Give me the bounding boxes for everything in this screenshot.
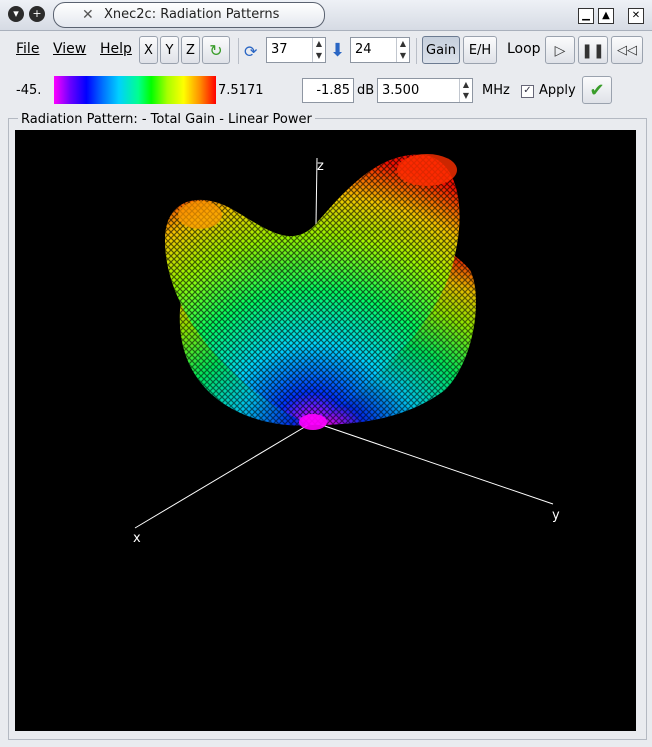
app-icon: ✕ <box>82 7 94 23</box>
scale-max-label: 7.5171 <box>218 83 264 98</box>
spinner-arrows-icon[interactable]: ▲ ▼ <box>396 38 409 62</box>
apply-label: Apply <box>539 83 576 98</box>
incline-spinner[interactable]: 24 ▲ ▼ <box>350 37 410 63</box>
pattern-origin <box>299 414 327 430</box>
separator <box>238 38 239 64</box>
y-axis <box>312 421 554 505</box>
view-x-button[interactable]: X <box>139 36 158 64</box>
pattern-peak-left <box>178 201 222 229</box>
loop-reset-button[interactable]: ◁◁ <box>611 36 643 64</box>
close-icon[interactable]: ✕ <box>628 8 644 24</box>
separator <box>416 38 417 64</box>
loop-pause-button[interactable]: ❚❚ <box>578 36 608 64</box>
radiation-pattern-canvas[interactable]: z x y <box>15 130 636 731</box>
scale-row: -45. 7.5171 -1.85 dB 3.500 ▲ ▼ MHz ✓ Appl… <box>0 71 652 111</box>
refresh-view-button[interactable]: ↻ <box>202 36 230 64</box>
x-axis-label: x <box>133 531 141 546</box>
menu-help[interactable]: Help <box>100 41 132 57</box>
title-bar: ▾ + ✕ Xnec2c: Radiation Patterns ▁ ▲ ✕ <box>0 0 652 31</box>
spinner-arrows-icon[interactable]: ▲ ▼ <box>459 79 472 102</box>
pattern-peak-right <box>397 154 457 186</box>
loop-label: Loop <box>507 41 541 57</box>
frequency-unit-label: MHz <box>482 83 510 98</box>
window-menu-icon[interactable]: ▾ <box>8 6 24 22</box>
toolbar: File View Help X Y Z ↻ ⟳ 37 ▲ ▼ ⬇ 24 ▲ ▼ G… <box>0 31 652 69</box>
loop-play-button[interactable]: ▷ <box>545 36 575 64</box>
view-y-button[interactable]: Y <box>160 36 179 64</box>
radiation-pattern-plot: z x y <box>133 154 560 546</box>
color-scale-bar <box>54 76 216 104</box>
y-axis-label: y <box>552 508 560 523</box>
spinner-arrows-icon[interactable]: ▲ ▼ <box>312 38 325 62</box>
eh-button[interactable]: E/H <box>463 36 497 64</box>
window-title: Xnec2c: Radiation Patterns <box>104 7 280 22</box>
db-entry[interactable]: -1.85 <box>302 78 354 103</box>
title-box[interactable]: ✕ Xnec2c: Radiation Patterns <box>53 2 325 28</box>
frequency-spinner[interactable]: 3.500 ▲ ▼ <box>377 78 473 103</box>
frame-label: Radiation Pattern: - Total Gain - Linear… <box>18 112 315 127</box>
x-axis <box>134 421 314 529</box>
db-unit-label: dB <box>357 83 375 98</box>
menu-file[interactable]: File <box>16 41 39 57</box>
view-z-button[interactable]: Z <box>181 36 200 64</box>
scale-min-label: -45. <box>16 83 42 98</box>
rotate-icon: ⟳ <box>244 42 258 61</box>
menu-view[interactable]: View <box>53 41 86 57</box>
gain-button[interactable]: Gain <box>422 36 460 64</box>
maximize-icon[interactable]: ▲ <box>598 8 614 24</box>
minimize-icon[interactable]: ▁ <box>578 8 594 24</box>
rotate-spinner[interactable]: 37 ▲ ▼ <box>266 37 326 63</box>
apply-checkbox[interactable]: ✓ <box>521 85 534 98</box>
incline-icon: ⬇ <box>330 40 346 61</box>
window-pin-icon[interactable]: + <box>29 6 45 22</box>
z-axis-label: z <box>317 159 324 174</box>
apply-button[interactable]: ✔ <box>582 76 612 104</box>
